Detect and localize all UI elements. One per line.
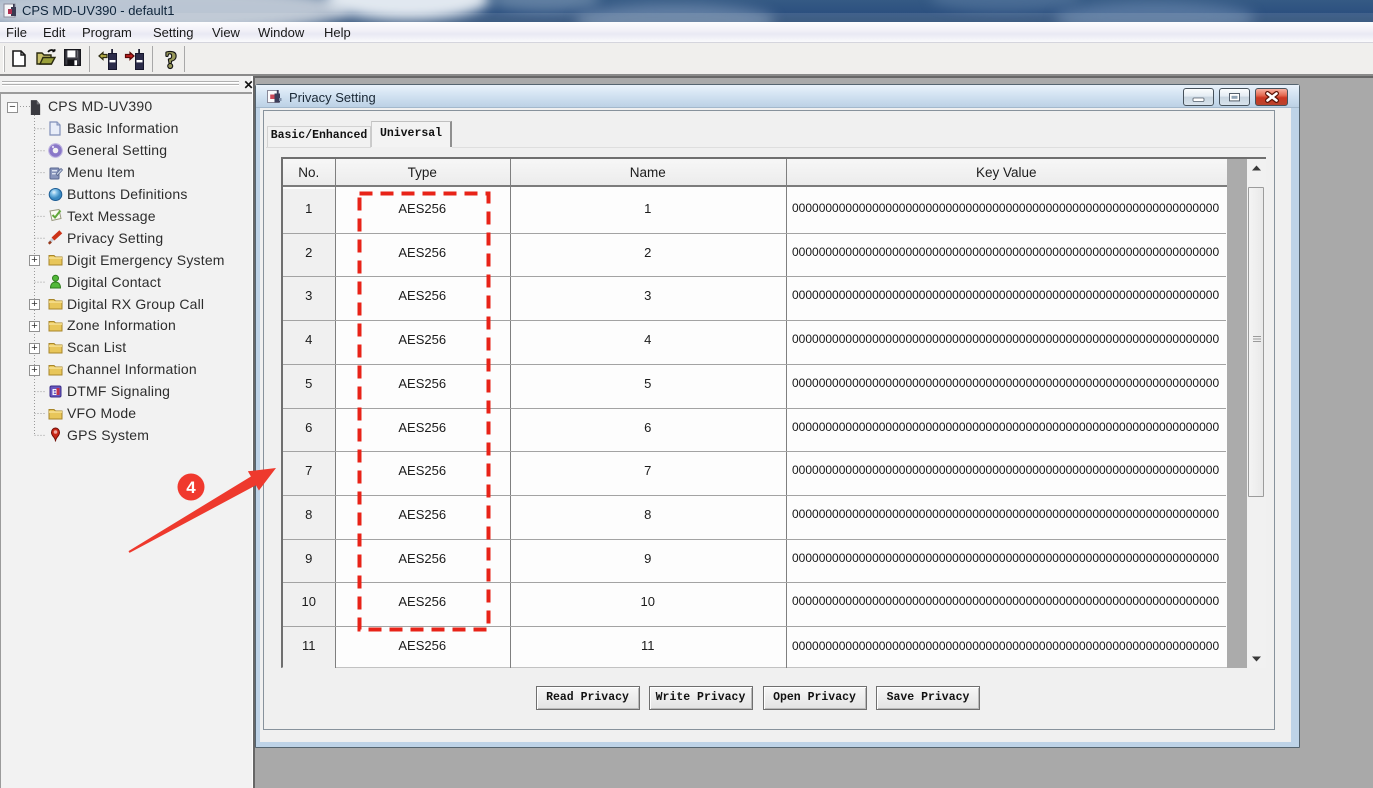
- svg-text:4: 4: [186, 478, 196, 497]
